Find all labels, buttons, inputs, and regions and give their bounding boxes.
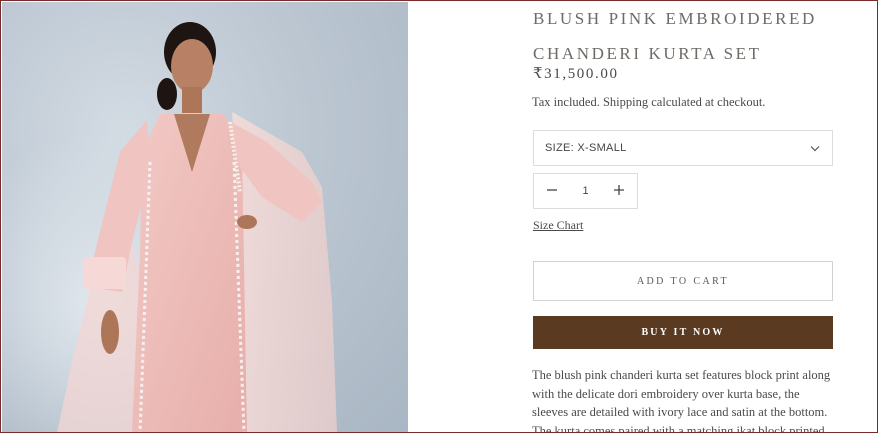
minus-icon — [547, 182, 557, 200]
product-price: ₹31,500.00 — [533, 66, 619, 82]
size-select-label: SIZE: X-SMALL — [545, 142, 627, 154]
quantity-increase-button[interactable] — [601, 174, 637, 208]
size-chart-link[interactable]: Size Chart — [533, 218, 583, 233]
add-to-cart-button[interactable]: ADD TO CART — [533, 261, 833, 301]
product-title-line-1: BLUSH PINK EMBROIDERED — [533, 9, 817, 28]
size-select[interactable]: SIZE: X-SMALL — [533, 130, 833, 166]
model-photo — [2, 2, 408, 432]
plus-icon — [614, 182, 624, 200]
chevron-down-icon — [810, 139, 820, 157]
buy-it-now-button[interactable]: BUY IT NOW — [533, 316, 833, 349]
quantity-stepper: 1 — [533, 173, 638, 209]
quantity-decrease-button[interactable] — [534, 174, 570, 208]
product-title: BLUSH PINK EMBROIDERED CHANDERI KURTA SE… — [533, 1, 853, 71]
product-info-panel: BLUSH PINK EMBROIDERED CHANDERI KURTA SE… — [408, 1, 877, 433]
tax-note: Tax included. Shipping calculated at che… — [532, 95, 766, 109]
quantity-value[interactable]: 1 — [570, 185, 601, 197]
page-frame: BLUSH PINK EMBROIDERED CHANDERI KURTA SE… — [0, 0, 878, 433]
product-image[interactable] — [2, 2, 408, 432]
product-description: The blush pink chanderi kurta set featur… — [532, 368, 831, 433]
product-title-line-2: CHANDERI KURTA SET — [533, 44, 762, 63]
